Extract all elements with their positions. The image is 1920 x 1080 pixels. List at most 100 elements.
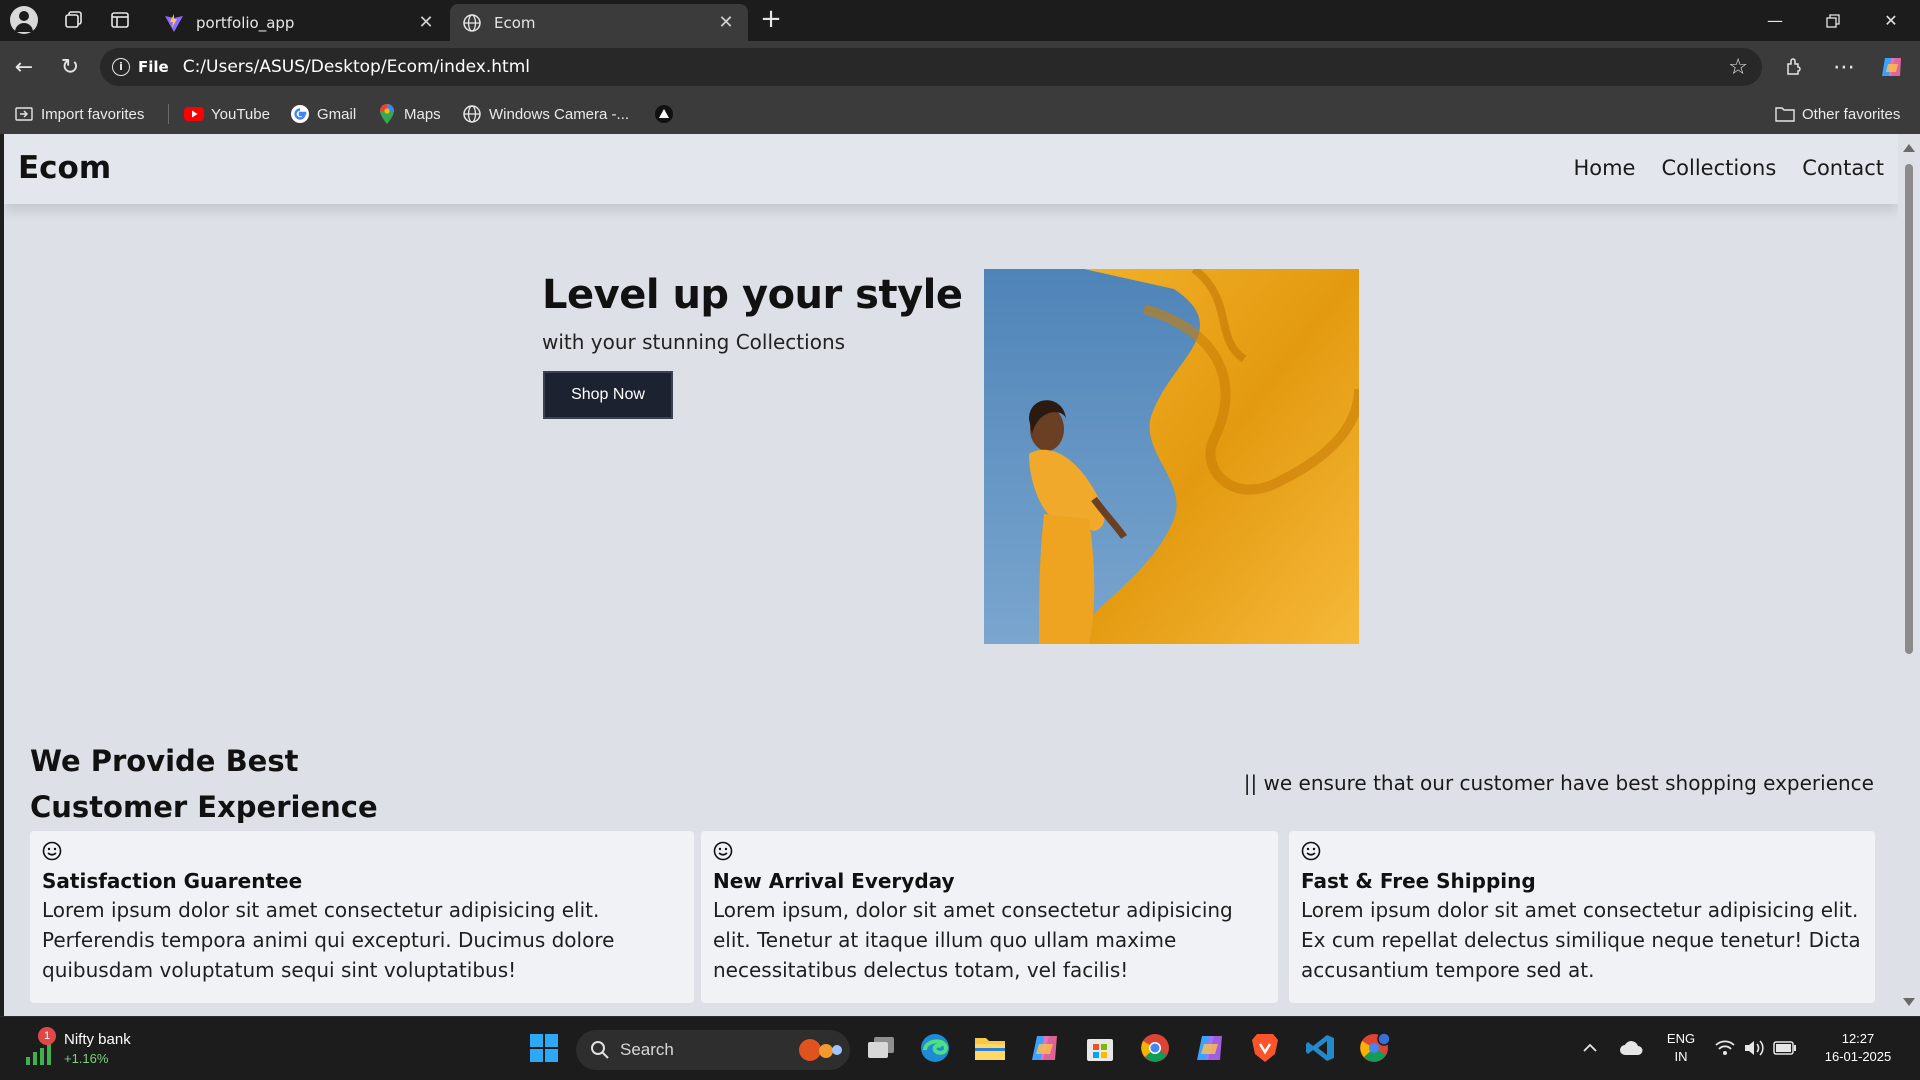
tab-portfolio-app[interactable]: portfolio_app ✕ <box>152 4 448 41</box>
back-icon[interactable]: ← <box>10 53 38 81</box>
import-icon <box>14 104 34 124</box>
copilot-app-icon[interactable] <box>1028 1031 1062 1065</box>
feature-card-satisfaction: Satisfaction Guarentee Lorem ipsum dolor… <box>30 831 694 1003</box>
windows-start-icon[interactable] <box>527 1031 561 1065</box>
tab-actions-icon[interactable] <box>108 8 132 32</box>
wifi-icon[interactable] <box>1712 1031 1738 1065</box>
more-menu-icon[interactable]: ⋯ <box>1830 53 1858 81</box>
other-favorites[interactable]: Other favorites <box>1775 103 1900 125</box>
bookmark-label: Import favorites <box>41 105 145 123</box>
language-line1: ENG <box>1666 1031 1696 1046</box>
taskbar-search[interactable]: Search <box>576 1030 850 1070</box>
extensions-icon[interactable] <box>1780 53 1808 81</box>
shop-now-button[interactable]: Shop Now <box>543 371 673 419</box>
reload-icon[interactable]: ↻ <box>56 53 84 81</box>
stock-name: Nifty bank <box>64 1031 131 1048</box>
onedrive-cloud-icon[interactable] <box>1616 1031 1646 1065</box>
scroll-up-icon[interactable] <box>1903 144 1915 152</box>
bookmark-extra[interactable] <box>654 103 681 125</box>
address-bar[interactable]: i File C:/Users/ASUS/Desktop/Ecom/index.… <box>100 48 1762 86</box>
restore-icon[interactable] <box>1804 0 1862 41</box>
feature-card-body: Lorem ipsum dolor sit amet consectetur a… <box>42 898 615 982</box>
nav-link-contact[interactable]: Contact <box>1802 156 1884 180</box>
bookmark-youtube[interactable]: YouTube <box>184 103 270 125</box>
globe-icon <box>462 104 482 124</box>
scheme-tag: File <box>138 58 169 76</box>
page-scrollbar[interactable] <box>1898 134 1920 1016</box>
search-label: Search <box>620 1040 674 1059</box>
microsoft-store-icon[interactable] <box>1083 1031 1117 1065</box>
vscode-icon[interactable] <box>1303 1031 1337 1065</box>
battery-icon[interactable] <box>1772 1031 1798 1065</box>
edge-browser-icon[interactable] <box>918 1031 952 1065</box>
bookmark-maps[interactable]: Maps <box>377 103 441 125</box>
maps-pin-icon <box>377 104 397 124</box>
tab-ecom[interactable]: Ecom ✕ <box>450 4 748 41</box>
feature-card-body: Lorem ipsum, dolor sit amet consectetur … <box>713 898 1233 982</box>
language-line2: IN <box>1674 1049 1688 1064</box>
smile-icon <box>42 841 62 861</box>
bookmark-windows-camera[interactable]: Windows Camera -... <box>462 103 629 125</box>
site-nav-links: Home Collections Contact <box>1573 156 1884 180</box>
features-title-line2: Customer Experience <box>30 790 378 824</box>
chrome-icon[interactable] <box>1138 1031 1172 1065</box>
copilot-icon[interactable] <box>1878 53 1906 81</box>
url-text[interactable]: C:/Users/ASUS/Desktop/Ecom/index.html <box>183 57 1729 77</box>
clock[interactable]: 12:27 16-01-2025 <box>1808 1030 1908 1066</box>
feature-card-title: New Arrival Everyday <box>713 869 955 893</box>
volume-icon[interactable] <box>1742 1031 1768 1065</box>
bookmark-label: Windows Camera -... <box>489 105 630 123</box>
feature-card-body: Lorem ipsum dolor sit amet consectetur a… <box>1301 898 1861 982</box>
workspaces-icon[interactable] <box>62 8 86 32</box>
bookmark-label: YouTube <box>211 105 270 123</box>
bookmark-label: Maps <box>404 105 441 123</box>
brave-browser-icon[interactable] <box>1248 1031 1282 1065</box>
minimize-icon[interactable]: — <box>1746 0 1804 41</box>
search-highlight-icon <box>799 1039 842 1061</box>
google-icon <box>290 104 310 124</box>
folder-icon <box>1775 104 1795 124</box>
smile-icon <box>1301 841 1321 861</box>
hero-title: Level up your style <box>542 272 963 318</box>
brand-logo[interactable]: Ecom <box>18 150 111 186</box>
smile-icon <box>713 841 733 861</box>
bookmark-label: Gmail <box>317 105 357 123</box>
other-favorites-label: Other favorites <box>1802 105 1901 123</box>
feature-card-title: Fast & Free Shipping <box>1301 869 1536 893</box>
bookmark-import-favorites[interactable]: Import favorites <box>14 103 144 125</box>
tab-close-icon[interactable]: ✕ <box>416 12 436 33</box>
new-tab-icon[interactable]: + <box>758 6 784 33</box>
m365-copilot-icon[interactable] <box>1193 1031 1227 1065</box>
search-icon <box>591 1041 609 1059</box>
features-title-line1: We Provide Best <box>30 744 299 778</box>
profile-avatar-icon[interactable] <box>10 6 38 34</box>
stock-change: +1.16% <box>64 1051 109 1066</box>
site-info-icon[interactable]: i <box>112 58 130 76</box>
globe-icon <box>462 13 482 33</box>
feature-card-shipping: Fast & Free Shipping Lorem ipsum dolor s… <box>1289 831 1875 1003</box>
scroll-down-icon[interactable] <box>1903 998 1915 1006</box>
show-hidden-icons-icon[interactable] <box>1576 1031 1604 1065</box>
file-explorer-icon[interactable] <box>973 1031 1007 1065</box>
page-viewport: Ecom Home Collections Contact Level up y… <box>4 134 1898 1016</box>
chrome-profile-icon[interactable] <box>1358 1031 1392 1065</box>
bookmark-gmail[interactable]: Gmail <box>290 103 356 125</box>
favorite-star-icon[interactable]: ☆ <box>1728 55 1748 80</box>
triangle-logo-icon <box>654 104 674 124</box>
nav-link-home[interactable]: Home <box>1573 156 1635 180</box>
clock-time: 12:27 <box>1841 1031 1875 1046</box>
youtube-icon <box>184 104 204 124</box>
hero-subtitle: with your stunning Collections <box>542 330 846 354</box>
scroll-thumb[interactable] <box>1905 164 1913 654</box>
language-indicator[interactable]: ENG IN <box>1664 1030 1698 1066</box>
tab-label: Ecom <box>494 13 536 32</box>
favorites-bar: Import favorites YouTube Gmail Maps Wind… <box>0 94 1920 134</box>
close-window-icon[interactable]: ✕ <box>1862 0 1920 41</box>
bookmark-divider <box>168 104 169 124</box>
nav-link-collections[interactable]: Collections <box>1661 156 1776 180</box>
features-tagline: || we ensure that our customer have best… <box>1243 771 1874 795</box>
task-view-icon[interactable] <box>864 1031 898 1065</box>
notification-badge: 1 <box>38 1027 56 1045</box>
address-toolbar: ← ↻ i File C:/Users/ASUS/Desktop/Ecom/in… <box>0 41 1920 94</box>
tab-close-icon[interactable]: ✕ <box>716 12 736 33</box>
